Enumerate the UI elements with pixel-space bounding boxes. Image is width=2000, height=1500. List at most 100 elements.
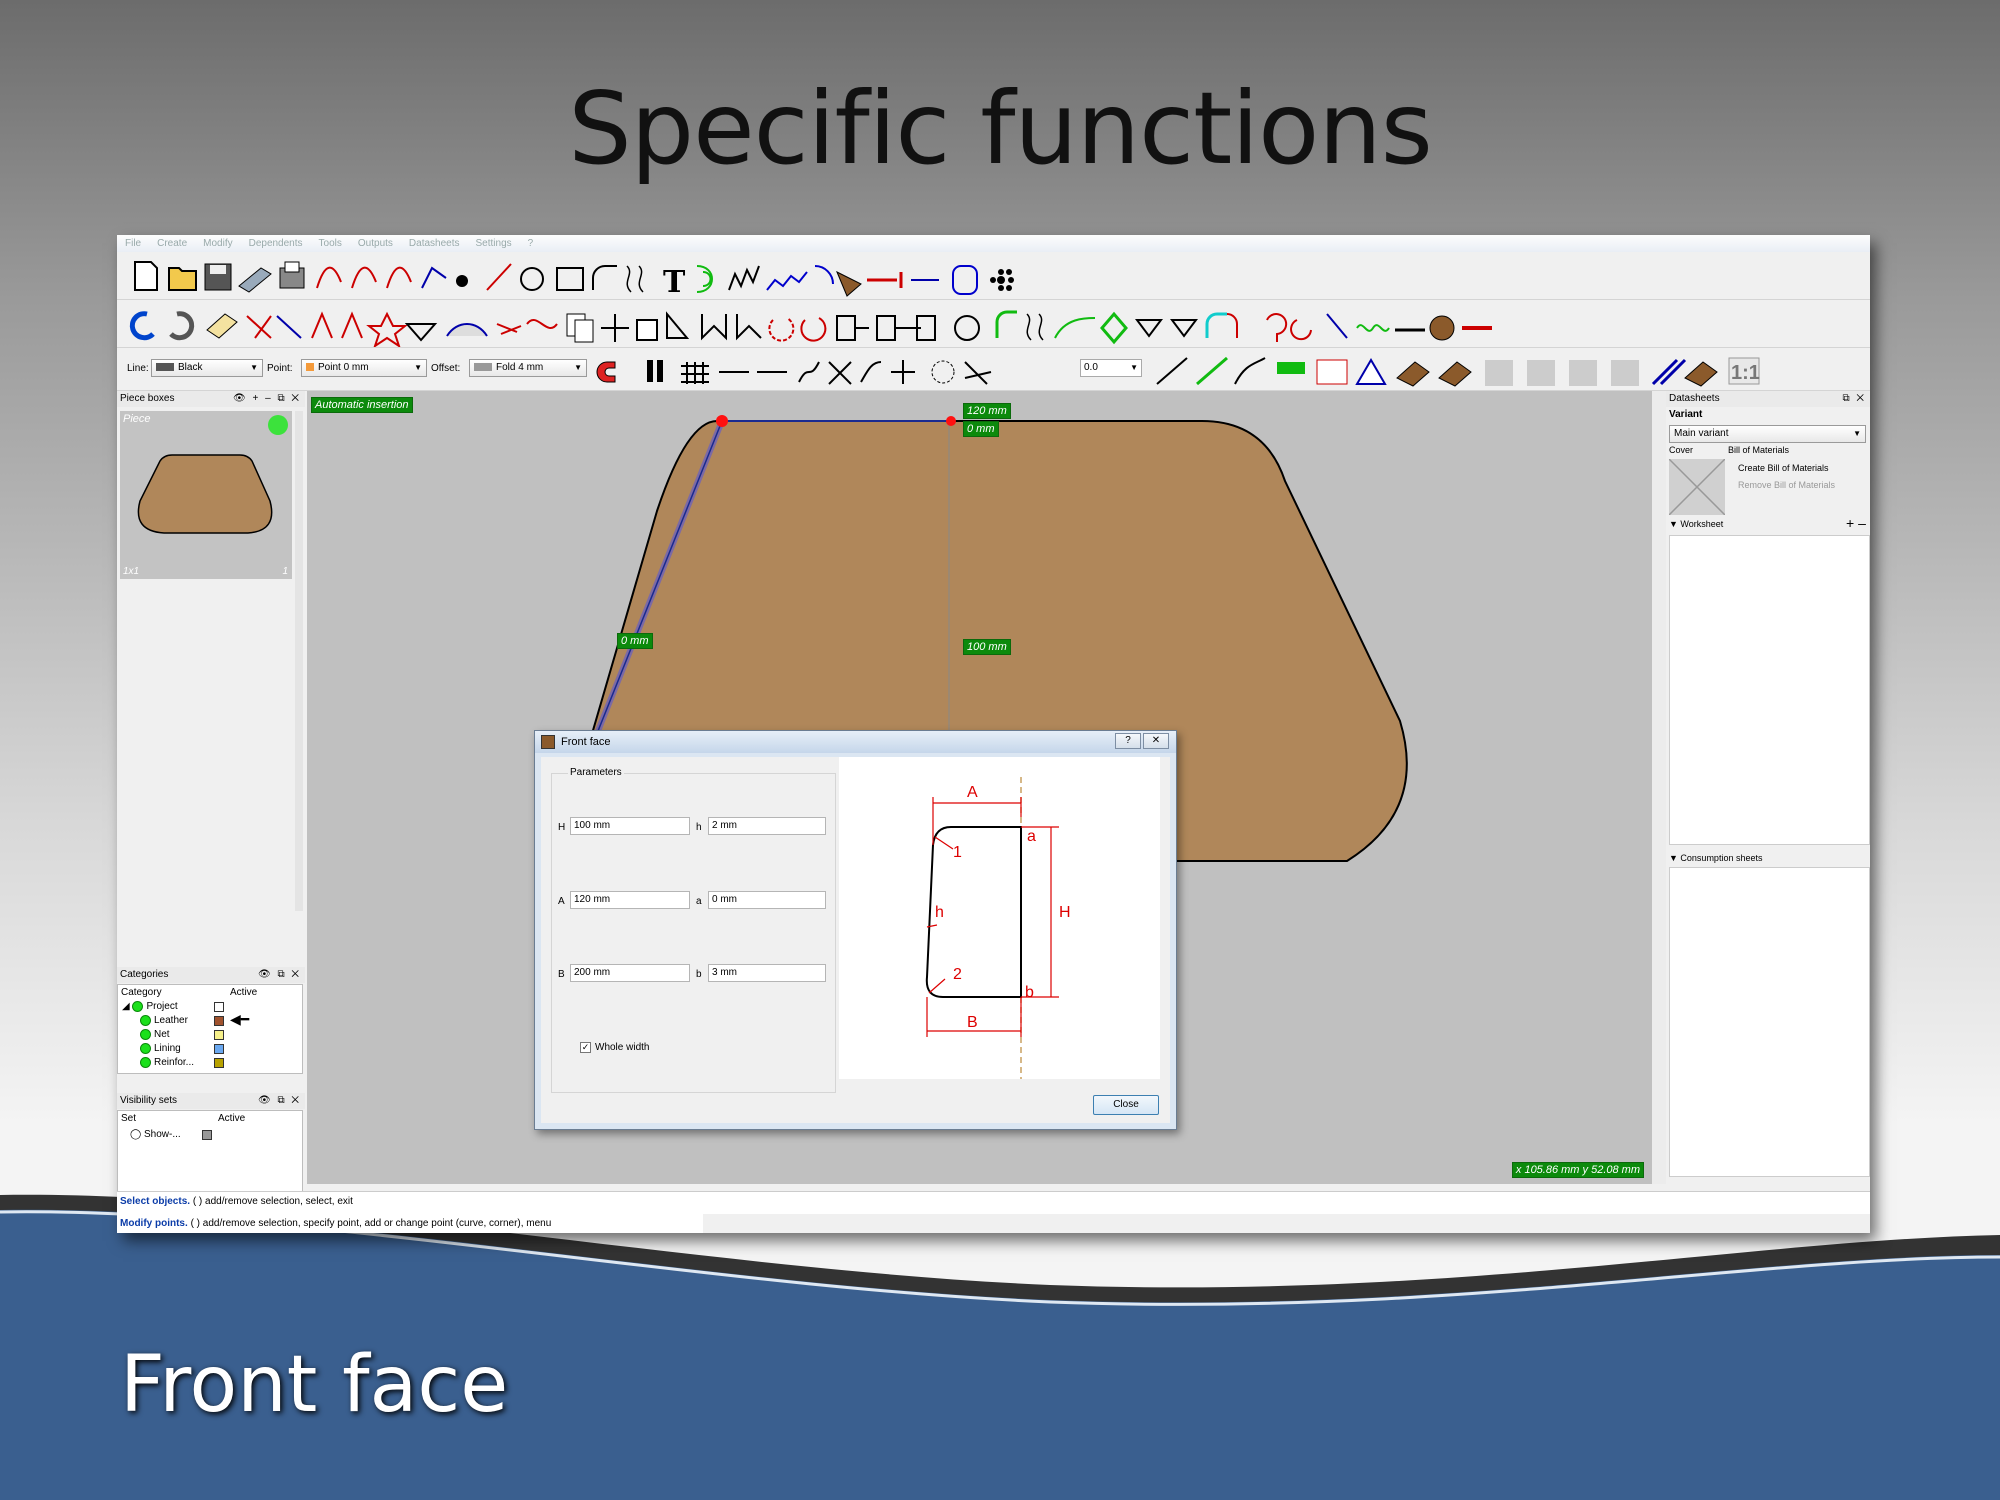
snap-tangent-icon[interactable] xyxy=(860,361,882,383)
category-net[interactable]: Net xyxy=(140,1029,170,1041)
trim-icon[interactable] xyxy=(246,315,272,339)
zigzag-icon[interactable] xyxy=(728,265,760,291)
print-icon[interactable] xyxy=(279,261,305,289)
visibility-sets-controls[interactable]: 👁 ⧉ ✕ xyxy=(258,1093,301,1109)
snap-center-icon[interactable] xyxy=(891,360,915,384)
dialog-close-x-button[interactable]: ✕ xyxy=(1143,733,1169,749)
snap-circle-icon[interactable] xyxy=(931,360,955,384)
text-tool-icon[interactable]: T xyxy=(663,265,686,299)
menu-create[interactable]: Create xyxy=(157,238,187,249)
hatch-icon[interactable] xyxy=(1651,358,1687,386)
extend-icon[interactable] xyxy=(276,315,302,339)
piece-card[interactable]: Piece 1x1 1 xyxy=(120,411,292,579)
magnet-icon[interactable] xyxy=(596,361,616,383)
rotate-copy-icon[interactable] xyxy=(768,317,795,342)
category-lining[interactable]: Lining xyxy=(140,1043,181,1055)
scanner-icon[interactable] xyxy=(238,267,272,293)
measure-curve-icon[interactable] xyxy=(1234,357,1266,385)
piece-icon[interactable] xyxy=(836,270,862,297)
snap-angle-icon[interactable] xyxy=(964,361,992,385)
circle-icon[interactable] xyxy=(520,267,544,291)
category-reinforcement-active[interactable] xyxy=(214,1058,224,1068)
piece-boxes-controls[interactable]: 👁 + – ⧉ ✕ xyxy=(233,391,301,407)
menu-settings[interactable]: Settings xyxy=(476,238,512,249)
whole-width-checkbox[interactable]: ✓ Whole width xyxy=(580,1042,649,1053)
rotate-icon[interactable] xyxy=(636,319,658,341)
diagonal-icon[interactable] xyxy=(1326,313,1348,339)
capsule-icon[interactable] xyxy=(952,265,978,295)
consumption-sheets-section[interactable]: ▼ Consumption sheets xyxy=(1669,853,1762,863)
export-piece-icon[interactable] xyxy=(836,315,869,341)
cyan-fillet-icon[interactable] xyxy=(1205,312,1227,338)
cover-image-placeholder[interactable] xyxy=(1669,459,1725,515)
line-icon[interactable] xyxy=(486,263,512,291)
measure-distance-icon[interactable] xyxy=(1196,356,1228,386)
categories-controls[interactable]: 👁 ⧉ ✕ xyxy=(258,967,301,983)
piece-view-icon[interactable] xyxy=(1396,361,1430,387)
corner-icons[interactable] xyxy=(311,311,363,339)
remove-bom-link[interactable]: Remove Bill of Materials xyxy=(1738,480,1835,490)
param-h-input[interactable]: 2 mm xyxy=(708,817,826,835)
dialog-help-button[interactable]: ? xyxy=(1115,733,1141,749)
corner-round-icon[interactable] xyxy=(1226,313,1238,338)
nesting-icons[interactable] xyxy=(1485,360,1639,386)
param-B-input[interactable]: 200 mm xyxy=(570,964,690,982)
category-lining-active[interactable] xyxy=(214,1044,224,1054)
new-file-icon[interactable] xyxy=(134,261,158,291)
star-icon[interactable] xyxy=(366,311,408,347)
diamond-icon[interactable] xyxy=(1100,311,1128,345)
worksheet-section[interactable]: ▼ Worksheet xyxy=(1669,519,1723,529)
symmetry-icon[interactable] xyxy=(736,314,762,341)
measure-segment-icon[interactable] xyxy=(1156,357,1188,385)
undo-icon[interactable] xyxy=(129,311,155,341)
import-icon[interactable] xyxy=(907,315,936,341)
param-a-input[interactable]: 0 mm xyxy=(708,891,826,909)
loop-icon[interactable] xyxy=(696,265,713,293)
menu-datasheets[interactable]: Datasheets xyxy=(409,238,460,249)
param-H-input[interactable]: 100 mm xyxy=(570,817,690,835)
stitch-icon[interactable] xyxy=(766,271,808,291)
curve-tools-icons[interactable] xyxy=(316,266,447,289)
piece-eye-icon[interactable] xyxy=(1438,361,1472,387)
notch-icon[interactable] xyxy=(867,272,903,288)
spiral-icon[interactable] xyxy=(1290,319,1312,341)
dialog-titlebar[interactable]: Front face ? ✕ xyxy=(535,731,1176,753)
redo-icon[interactable] xyxy=(169,311,195,341)
control-point-top[interactable] xyxy=(716,415,728,427)
category-net-active[interactable] xyxy=(214,1030,224,1040)
green-fillet-icon[interactable] xyxy=(995,310,1017,338)
menu-file[interactable]: File xyxy=(125,238,141,249)
variant-combo[interactable]: Main variant ▼ xyxy=(1669,425,1866,443)
piece-rotate-icon[interactable] xyxy=(1684,361,1718,387)
hook-icon[interactable] xyxy=(1266,313,1288,342)
rectangle-icon[interactable] xyxy=(556,267,584,291)
scale-icon[interactable] xyxy=(666,311,690,339)
dimension-box-icon[interactable] xyxy=(1316,359,1348,385)
blend-icon[interactable] xyxy=(1054,317,1096,339)
arc-icon[interactable] xyxy=(814,265,834,285)
canvas-vertical-scrollbar[interactable] xyxy=(1652,391,1666,1184)
perforation-icon[interactable] xyxy=(990,269,1014,291)
category-project-active[interactable] xyxy=(214,1002,224,1012)
control-point-center[interactable] xyxy=(946,416,956,426)
angle-spinbox[interactable]: 0.0 ▼ xyxy=(1080,359,1142,377)
menu-outputs[interactable]: Outputs xyxy=(358,238,393,249)
triangle-icon[interactable] xyxy=(404,323,438,342)
export-set-icon[interactable] xyxy=(876,315,909,341)
save-icon[interactable] xyxy=(204,263,232,291)
worksheet-add-remove[interactable]: + – xyxy=(1846,515,1866,531)
visibility-set-item[interactable]: ◯ Show-... xyxy=(130,1129,181,1141)
category-project[interactable]: ◢ Project xyxy=(122,1001,178,1013)
pause-icon[interactable] xyxy=(657,360,663,382)
piece-boxes-scrollbar[interactable] xyxy=(295,411,303,911)
param-b-input[interactable]: 3 mm xyxy=(708,964,826,982)
hill-icon[interactable] xyxy=(446,323,488,337)
rotate-arc-icon[interactable] xyxy=(800,317,827,342)
menu-modify[interactable]: Modify xyxy=(203,238,232,249)
param-A-input[interactable]: 120 mm xyxy=(570,891,690,909)
snap-curve-icon[interactable] xyxy=(798,361,820,383)
datasheets-controls[interactable]: ⧉ ✕ xyxy=(1842,391,1866,407)
notch-v-icons[interactable] xyxy=(1135,319,1198,338)
menu-help[interactable]: ? xyxy=(528,238,534,249)
ratio-1-1-label[interactable]: 1:1 xyxy=(1731,362,1760,385)
